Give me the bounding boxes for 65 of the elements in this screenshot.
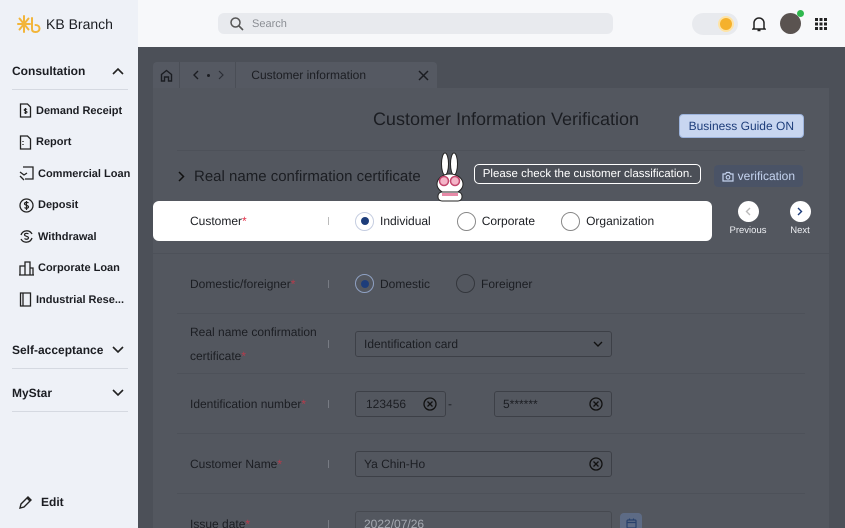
radio-button[interactable] bbox=[561, 212, 580, 230]
clear-icon[interactable] bbox=[589, 396, 603, 410]
document-icon bbox=[19, 134, 32, 150]
chevron-right-icon bbox=[797, 207, 803, 216]
clear-icon[interactable] bbox=[589, 456, 603, 470]
sidebar-item[interactable]: Commercial Loan bbox=[12, 158, 130, 190]
sidebar-group-header[interactable]: MyStar bbox=[12, 368, 128, 410]
pencil-icon bbox=[19, 495, 33, 509]
chevron-icon bbox=[112, 346, 124, 354]
verification-button[interactable]: verification bbox=[714, 165, 803, 187]
sidebar-item[interactable]: Corporate Loan bbox=[12, 252, 120, 284]
back-chevron-icon[interactable] bbox=[192, 70, 200, 80]
document-dollar-icon bbox=[19, 103, 32, 118]
business-guide-button[interactable]: Business Guide ON bbox=[678, 114, 804, 138]
radio-button[interactable] bbox=[456, 212, 476, 230]
next-button[interactable]: Next bbox=[778, 201, 822, 236]
sidebar-item[interactable]: Report bbox=[12, 126, 72, 158]
search-icon bbox=[230, 16, 244, 30]
tooltip: Please check the customer classification. bbox=[474, 164, 702, 184]
field-label: Customer Name* bbox=[190, 456, 284, 472]
sidebar-item[interactable]: Demand Receipt bbox=[12, 95, 122, 126]
field-label: Domestic/foreigner* bbox=[190, 276, 296, 292]
app-title: KB Branch bbox=[46, 16, 113, 32]
field-label: Issue date* bbox=[190, 516, 252, 528]
chevron-icon bbox=[112, 388, 124, 396]
dot-icon bbox=[207, 74, 210, 76]
separator-dash: - bbox=[447, 396, 453, 410]
field-label: Identification number* bbox=[190, 396, 308, 412]
sidebar-item[interactable]: Deposit bbox=[12, 190, 78, 221]
forward-chevron-icon[interactable] bbox=[218, 70, 226, 80]
home-icon bbox=[160, 68, 173, 82]
field-label: Customer* bbox=[190, 213, 248, 230]
radio-button[interactable] bbox=[355, 274, 374, 293]
close-icon[interactable] bbox=[418, 70, 429, 80]
radio-button[interactable] bbox=[456, 274, 476, 293]
theme-toggle[interactable] bbox=[692, 12, 738, 34]
radio-option[interactable]: Corporate bbox=[456, 212, 536, 230]
calendar-icon bbox=[626, 518, 636, 528]
chevron-icon bbox=[112, 67, 124, 75]
sidebar-item[interactable]: Industrial Rese... bbox=[12, 284, 124, 316]
edit-button[interactable]: Edit bbox=[12, 495, 128, 528]
sidebar-item[interactable]: Withdrawal bbox=[12, 221, 97, 252]
radio-option[interactable]: Individual bbox=[355, 212, 431, 230]
avatar[interactable] bbox=[780, 13, 801, 34]
bell-icon[interactable] bbox=[752, 16, 766, 32]
sidebar-group-header[interactable]: Consultation bbox=[12, 47, 128, 89]
chevron-down-icon bbox=[593, 340, 603, 346]
sun-icon bbox=[720, 18, 732, 30]
dollar-cycle-icon bbox=[19, 229, 34, 244]
apps-grid-icon[interactable] bbox=[815, 18, 827, 30]
chevron-right-icon[interactable] bbox=[178, 170, 185, 182]
chevron-left-icon bbox=[745, 207, 751, 216]
camera-icon bbox=[722, 170, 734, 182]
page-title: Customer Information Verification bbox=[372, 108, 640, 130]
star-logo-icon bbox=[17, 14, 41, 32]
buildings-icon bbox=[19, 260, 34, 276]
search-field[interactable]: Search bbox=[218, 13, 613, 34]
sidebar-group-header[interactable]: Self-acceptance bbox=[12, 326, 128, 368]
clear-icon[interactable] bbox=[423, 396, 437, 410]
online-indicator bbox=[797, 10, 804, 17]
field-label: Real name confirmation certificate* bbox=[190, 324, 318, 364]
notebook-icon bbox=[19, 292, 32, 308]
section-title: Real name confirmation certificate bbox=[194, 168, 421, 184]
radio-option[interactable]: Organization bbox=[561, 212, 654, 230]
dollar-coin-icon bbox=[19, 198, 34, 213]
